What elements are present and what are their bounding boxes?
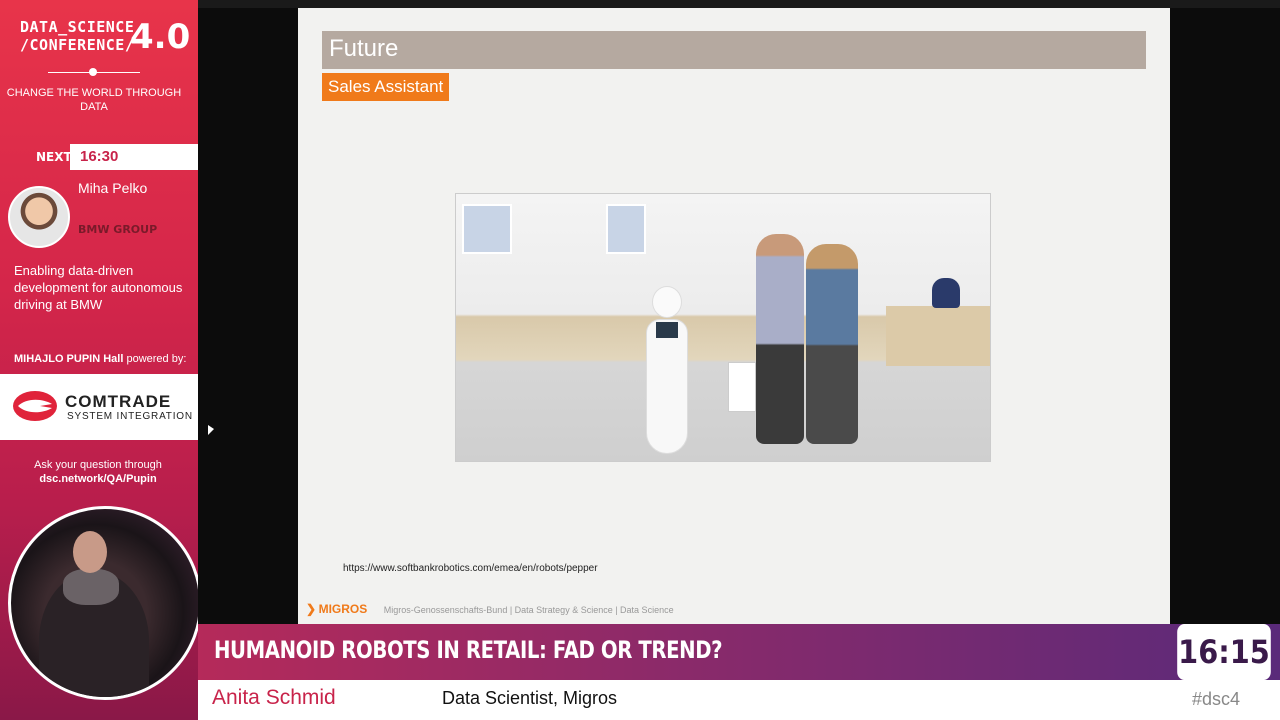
hall-info: MIHAJLO PUPIN Hall powered by: [14, 353, 186, 365]
talk-title-bar: HUMANOID ROBOTS IN RETAIL: FAD OR TREND?… [198, 624, 1280, 680]
current-time: 16:15 [1177, 624, 1271, 680]
next-talk-title: Enabling data-driven development for aut… [14, 263, 183, 312]
sponsor-subtitle: SYSTEM INTEGRATION [67, 411, 193, 422]
ask-question: Ask your question through dsc.network/QA… [0, 458, 196, 486]
next-speaker-name: Miha Pelko [78, 180, 148, 196]
presenter-role: Data Scientist, Migros [442, 688, 618, 708]
slide-title: Future [329, 35, 399, 62]
display-window [606, 204, 646, 254]
mouse-cursor-icon [208, 425, 214, 435]
logo-dot-icon [89, 68, 97, 76]
customer-man [756, 234, 804, 444]
robot-head [652, 286, 682, 318]
powered-by: powered by: [126, 353, 187, 365]
display-window [462, 204, 512, 254]
store-clerk [932, 278, 960, 308]
footer-brand: MIGROS [318, 602, 368, 616]
conference-tagline: CHANGE THE WORLD THROUGH DATA [6, 87, 182, 113]
robot-body [646, 319, 688, 454]
sponsor-name: COMTRADE [65, 392, 172, 411]
presenter-head [73, 531, 107, 573]
sponsor-banner: COMTRADE SYSTEM INTEGRATION [0, 374, 198, 440]
slide-title-bar: Future [322, 31, 1146, 69]
shopping-bag [728, 362, 756, 412]
talk-title: HUMANOID ROBOTS IN RETAIL: FAD OR TREND? [214, 636, 723, 664]
logo-line1: DATA_SCIENCE [20, 18, 135, 36]
next-time: 16:30 [70, 144, 198, 170]
next-speaker-org: BMW GROUP [78, 223, 158, 236]
ask-text: Ask your question through [34, 459, 162, 471]
logo-version: 4.0 [130, 17, 191, 57]
footer-text: Migros-Genossenschafts-Bund | Data Strat… [383, 605, 674, 615]
conference-logo: DATA_SCIENCE /CONFERENCE/ 4.0 [20, 18, 190, 58]
slide-footer: ❯ MIGROS Migros-Genossenschafts-Bund | D… [306, 602, 674, 616]
presenter-camera [8, 506, 202, 700]
event-hashtag: #dsc4 [1192, 689, 1241, 709]
robot-tablet [656, 322, 678, 338]
customer-woman [806, 244, 858, 444]
presentation-slide: Future Sales Assistant https://www.softb… [298, 8, 1170, 624]
next-speaker-avatar [8, 186, 70, 248]
hall-name: MIHAJLO PUPIN Hall [14, 353, 124, 365]
event-sidebar: DATA_SCIENCE /CONFERENCE/ 4.0 CHANGE THE… [0, 0, 202, 720]
presenter-name-bar: Anita Schmid Data Scientist, Migros #dsc… [198, 680, 1280, 720]
comtrade-logo-icon [13, 391, 57, 421]
presenter-scarf [63, 569, 119, 605]
chevron-right-icon: ❯ [306, 602, 317, 616]
ask-link[interactable]: dsc.network/QA/Pupin [39, 473, 156, 485]
logo-line2: /CONFERENCE/ [20, 36, 135, 54]
livestream-frame: DATA_SCIENCE /CONFERENCE/ 4.0 CHANGE THE… [0, 0, 1280, 720]
robot-store-photo [455, 193, 991, 462]
store-counter [886, 306, 990, 366]
slide-tag: Sales Assistant [322, 73, 450, 101]
presenter-name: Anita Schmid [212, 686, 336, 709]
slide-source-url: https://www.softbankrobotics.com/emea/en… [343, 563, 598, 574]
